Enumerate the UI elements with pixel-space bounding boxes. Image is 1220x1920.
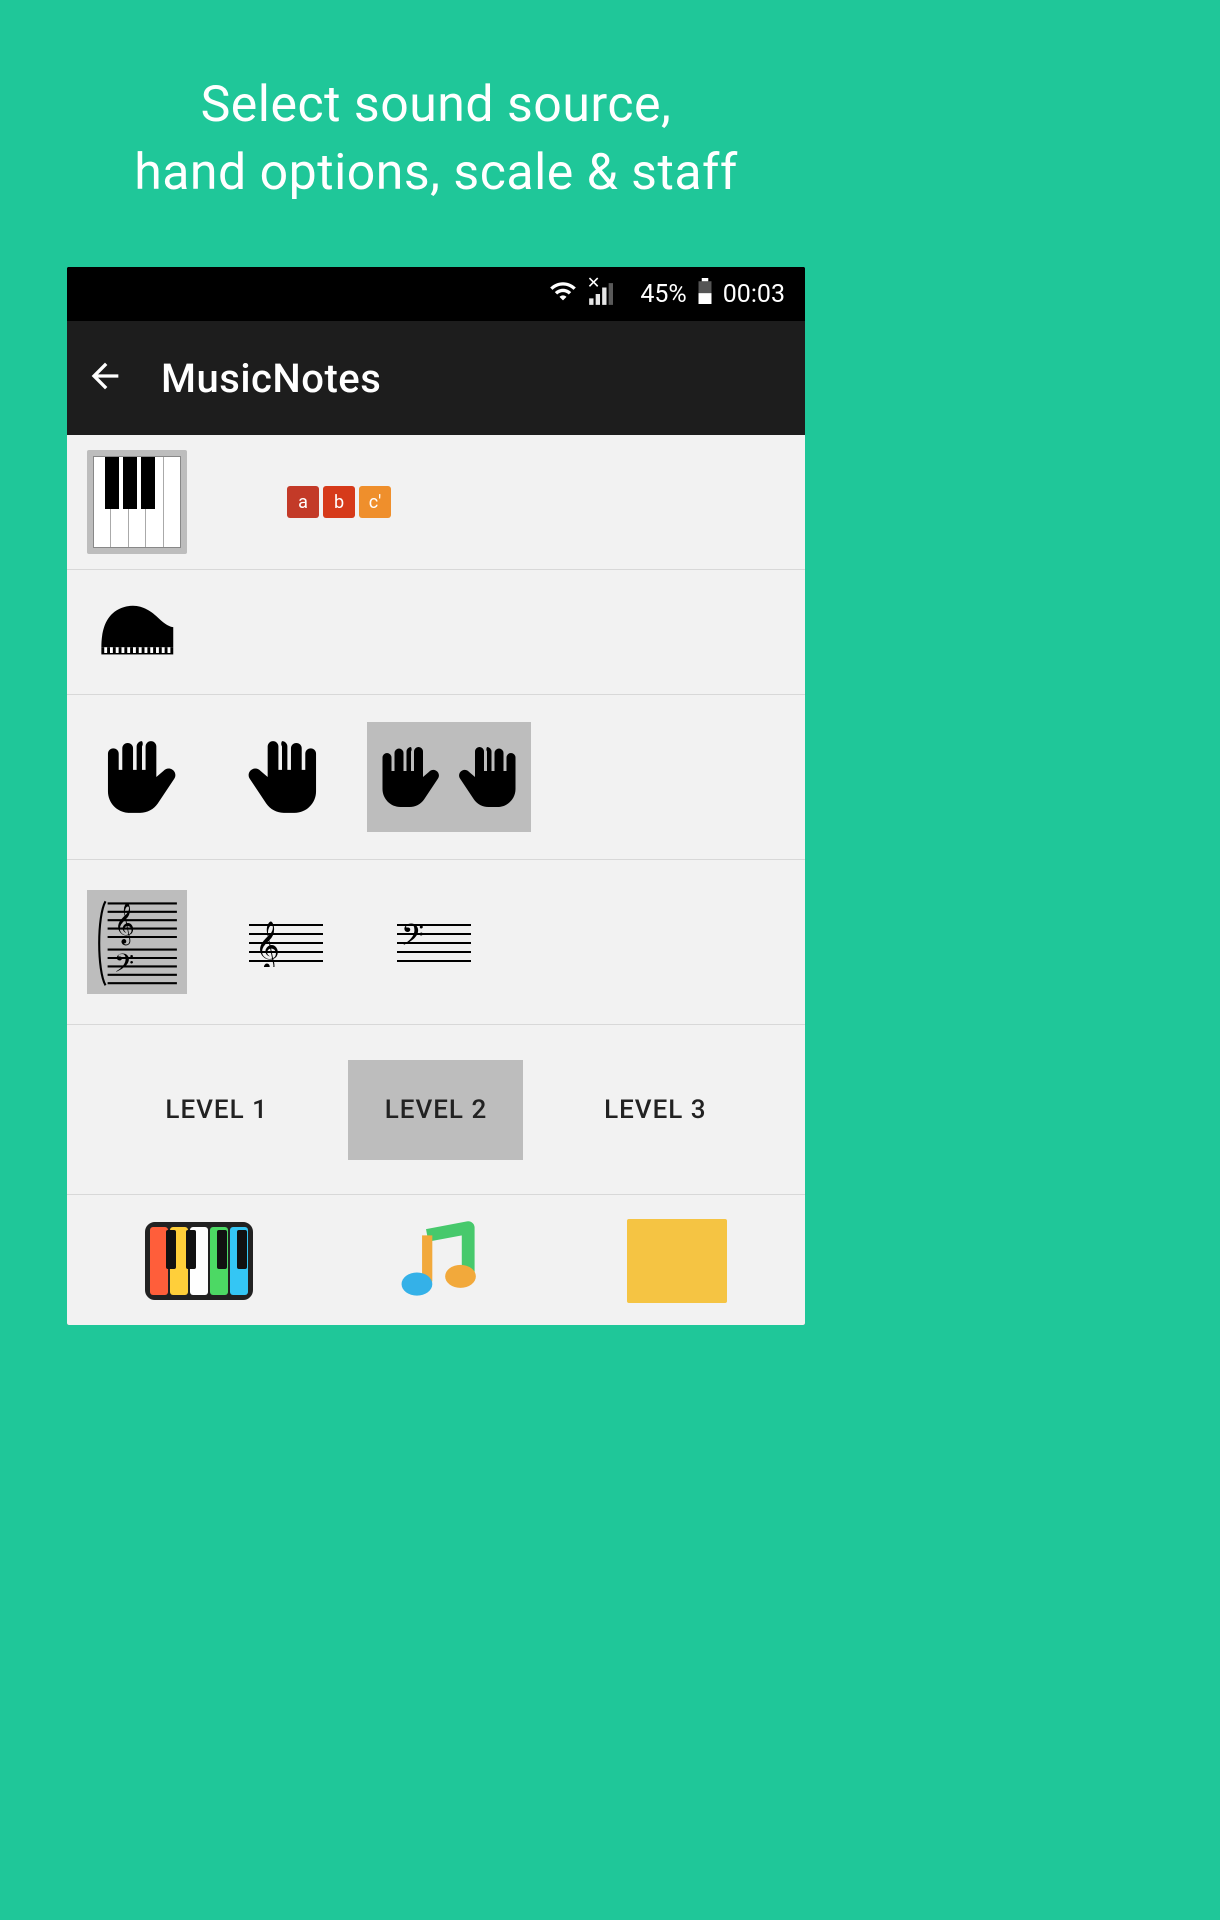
right-hand-option[interactable]	[227, 722, 337, 832]
promo-line-1: Select sound source,	[0, 72, 872, 140]
grand-staff-option[interactable]: 𝄞 𝄢	[87, 890, 187, 994]
instrument-row	[67, 570, 805, 695]
level-2-button[interactable]: LEVEL 2	[348, 1060, 523, 1160]
scale-note-chips[interactable]: a b c'	[287, 486, 391, 518]
treble-staff-option[interactable]: 𝄞	[235, 890, 335, 994]
bass-clef-icon: 𝄢	[393, 917, 473, 967]
cell-signal-icon: ✕	[587, 281, 630, 307]
staff-row: 𝄞 𝄢 𝄞 𝄢	[67, 860, 805, 1025]
level-row: LEVEL 1 LEVEL 2 LEVEL 3	[67, 1025, 805, 1195]
promo-heading: Select sound source, hand options, scale…	[0, 0, 872, 267]
level-3-button[interactable]: LEVEL 3	[568, 1060, 743, 1160]
settings-screen: a b c'	[67, 435, 805, 1325]
yellow-card-icon	[627, 1219, 727, 1303]
yellow-card-option[interactable]	[627, 1219, 727, 1303]
color-piano-icon	[145, 1222, 253, 1300]
grand-staff-icon: 𝄞 𝄢	[95, 895, 179, 990]
hands-row	[67, 695, 805, 860]
note-chip-c[interactable]: c'	[359, 486, 391, 518]
status-bar: ✕ 45% 00:03	[67, 267, 805, 321]
wifi-icon	[549, 277, 577, 312]
bass-staff-option[interactable]: 𝄢	[383, 890, 483, 994]
svg-text:𝄢: 𝄢	[401, 919, 424, 959]
both-hands-option[interactable]	[367, 722, 531, 832]
keyboard-option[interactable]	[87, 450, 187, 554]
svg-text:𝄞: 𝄞	[114, 902, 135, 945]
bottom-row	[67, 1195, 805, 1317]
svg-text:𝄢: 𝄢	[114, 949, 134, 984]
battery-percent: 45%	[640, 280, 686, 309]
level-1-button[interactable]: LEVEL 1	[129, 1060, 304, 1160]
treble-clef-icon: 𝄞	[245, 917, 325, 967]
left-hand-option[interactable]	[87, 722, 197, 832]
promo-line-2: hand options, scale & staff	[0, 140, 872, 208]
music-note-icon	[399, 1220, 481, 1302]
color-keyboard-option[interactable]	[145, 1222, 253, 1300]
piano-keys-icon	[93, 456, 181, 548]
phone-frame: ✕ 45% 00:03 MusicNotes	[67, 267, 805, 1325]
music-note-option[interactable]	[399, 1220, 481, 1302]
note-chip-a[interactable]: a	[287, 486, 319, 518]
svg-text:𝄞: 𝄞	[255, 921, 280, 967]
sound-source-row: a b c'	[67, 435, 805, 570]
app-bar: MusicNotes	[67, 321, 805, 435]
battery-icon	[697, 278, 713, 311]
app-title: MusicNotes	[161, 355, 381, 402]
status-time: 00:03	[723, 280, 785, 309]
back-button[interactable]	[85, 356, 125, 400]
grand-piano-option[interactable]	[87, 584, 179, 680]
note-chip-b[interactable]: b	[323, 486, 355, 518]
